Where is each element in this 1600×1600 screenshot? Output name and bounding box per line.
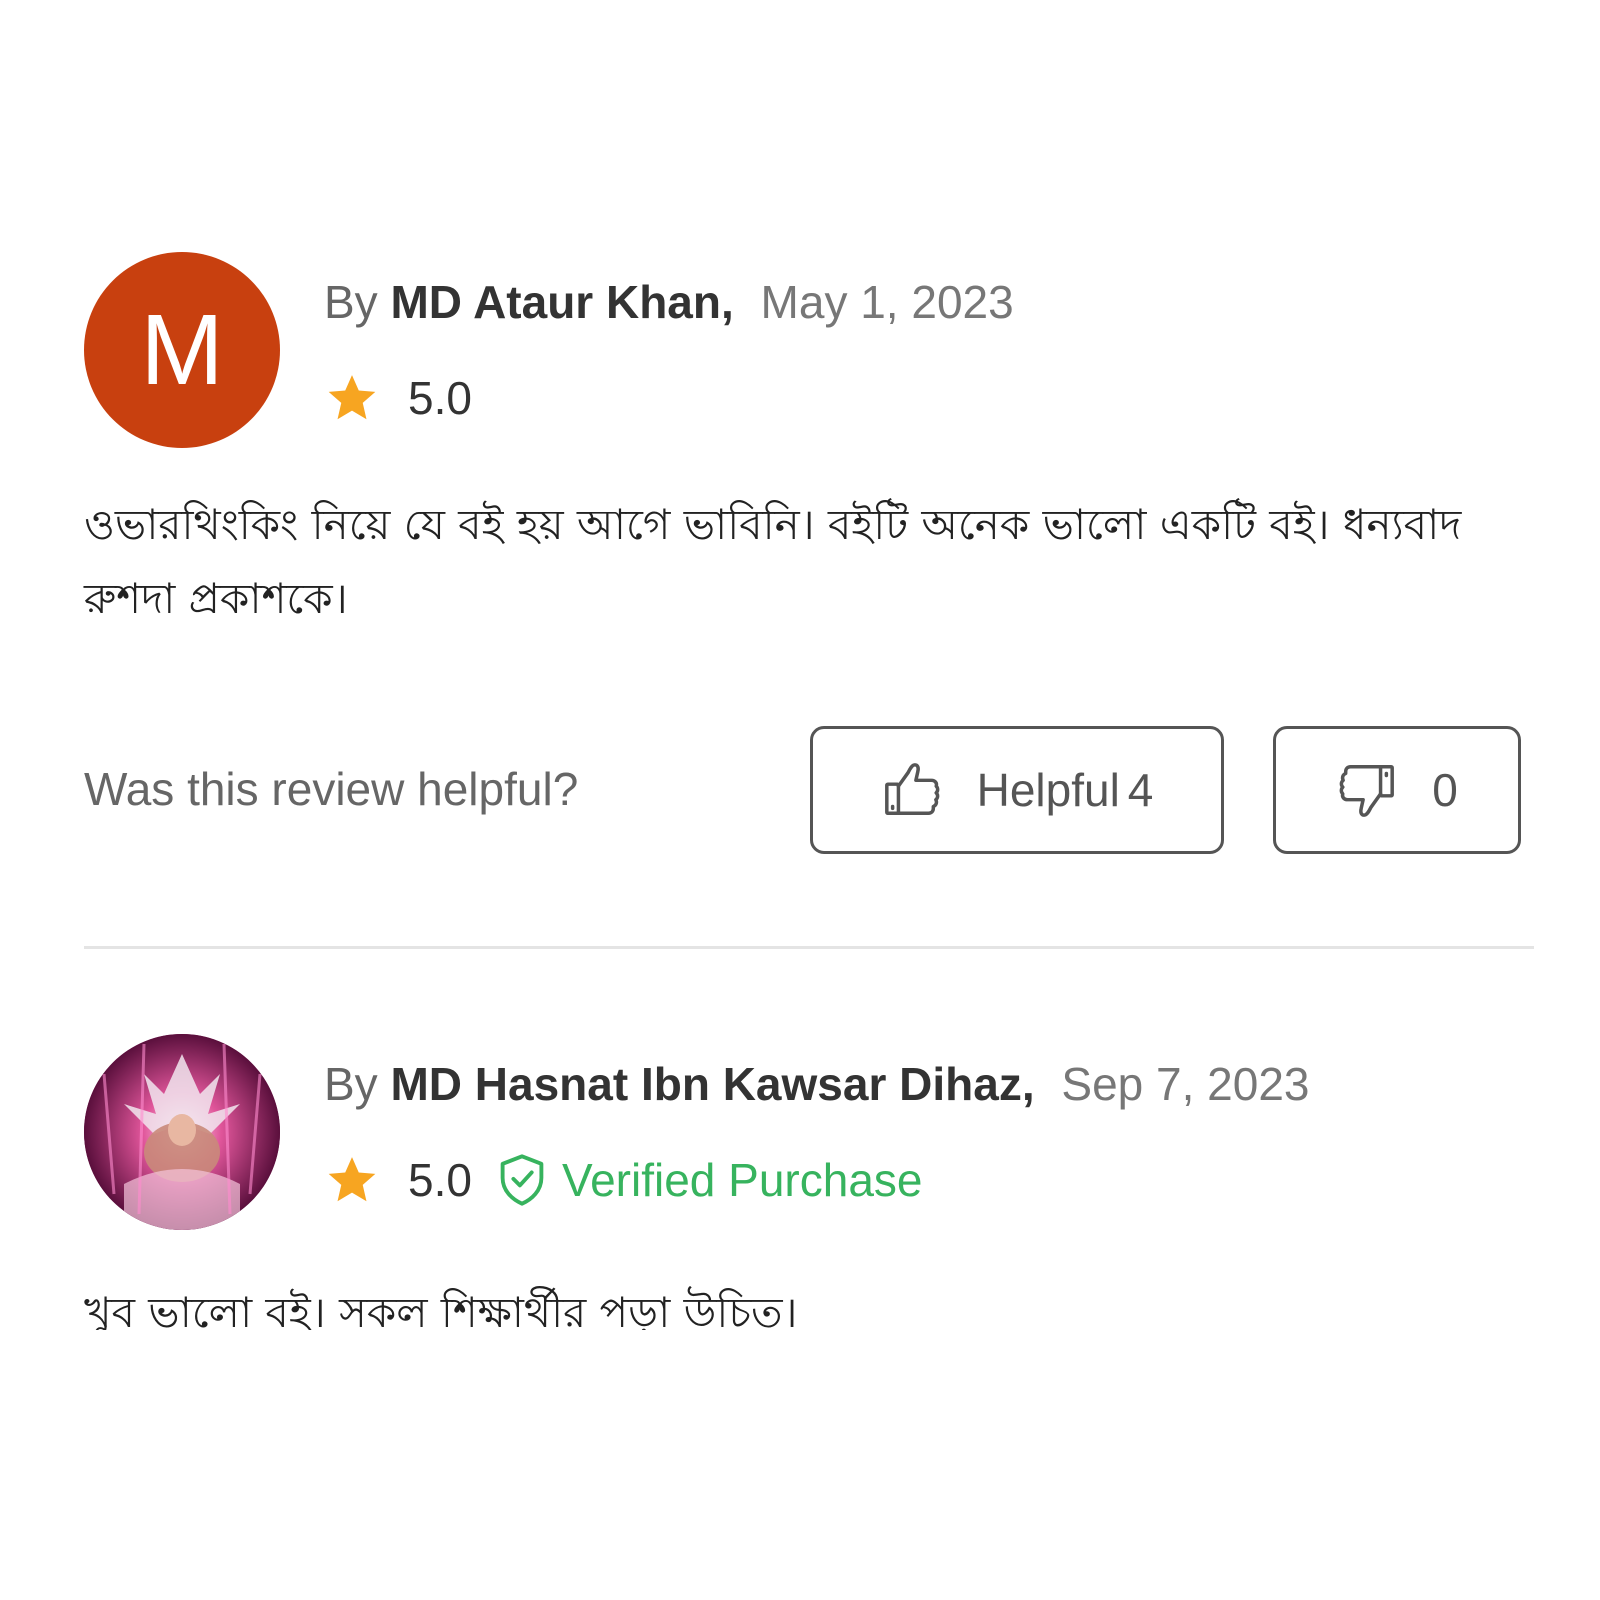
reviews-page: M By MD Ataur Khan, May 1, 2023 5.0 ওভার… xyxy=(0,0,1600,1600)
byline: By MD Hasnat Ibn Kawsar Dihaz, Sep 7, 20… xyxy=(324,1056,1310,1112)
helpful-count: 4 xyxy=(1127,764,1154,816)
review-text: ওভারথিংকিং নিয়ে যে বই হয় আগে ভাবিনি। ব… xyxy=(84,500,1462,623)
rating-row: 5.0 Verified Purchase xyxy=(324,1152,1310,1208)
helpful-button[interactable]: Helpful 4 xyxy=(810,726,1224,854)
review-text: খুব ভালো বই। সকল শিক্ষার্থীর পড়া উচিত। xyxy=(84,1288,798,1330)
review-item: M By MD Ataur Khan, May 1, 2023 5.0 ওভার… xyxy=(84,252,1534,636)
review-divider xyxy=(84,946,1534,949)
byline: By MD Ataur Khan, May 1, 2023 xyxy=(324,274,1014,330)
author-name[interactable]: MD Hasnat Ibn Kawsar Dihaz, xyxy=(390,1058,1034,1110)
review-date: Sep 7, 2023 xyxy=(1061,1058,1310,1110)
not-helpful-button[interactable]: 0 xyxy=(1273,726,1521,854)
shield-check-icon xyxy=(500,1154,544,1206)
review-meta: By MD Ataur Khan, May 1, 2023 5.0 xyxy=(324,252,1014,426)
rating-value: 5.0 xyxy=(408,372,472,424)
star-icon xyxy=(328,375,376,420)
verified-label: Verified Purchase xyxy=(561,1154,923,1206)
verified-badge: Verified Purchase xyxy=(496,1152,923,1208)
review-date: May 1, 2023 xyxy=(760,276,1014,328)
helpful-question: Was this review helpful? xyxy=(84,763,579,815)
review-header: M By MD Ataur Khan, May 1, 2023 5.0 xyxy=(84,252,1534,448)
avatar-image xyxy=(84,1034,280,1230)
review-header: By MD Hasnat Ibn Kawsar Dihaz, Sep 7, 20… xyxy=(84,1034,1534,1230)
star-icon xyxy=(328,1157,376,1202)
by-label: By xyxy=(324,1058,378,1110)
rating-row: 5.0 xyxy=(324,370,1014,426)
avatar xyxy=(84,1034,280,1230)
not-helpful-count: 0 xyxy=(1432,764,1458,816)
review-item: By MD Hasnat Ibn Kawsar Dihaz, Sep 7, 20… xyxy=(84,1034,1534,1330)
rating-value: 5.0 xyxy=(408,1154,472,1206)
helpful-row: Was this review helpful? Helpful 4 0 xyxy=(84,726,1534,856)
avatar: M xyxy=(84,252,280,448)
thumbs-up-icon xyxy=(884,763,940,815)
helpful-label: Helpful xyxy=(976,764,1120,816)
thumbs-down-icon xyxy=(1339,765,1395,817)
review-meta: By MD Hasnat Ibn Kawsar Dihaz, Sep 7, 20… xyxy=(324,1034,1310,1208)
by-label: By xyxy=(324,276,378,328)
avatar-letter: M xyxy=(140,294,224,406)
author-name[interactable]: MD Ataur Khan, xyxy=(390,276,733,328)
